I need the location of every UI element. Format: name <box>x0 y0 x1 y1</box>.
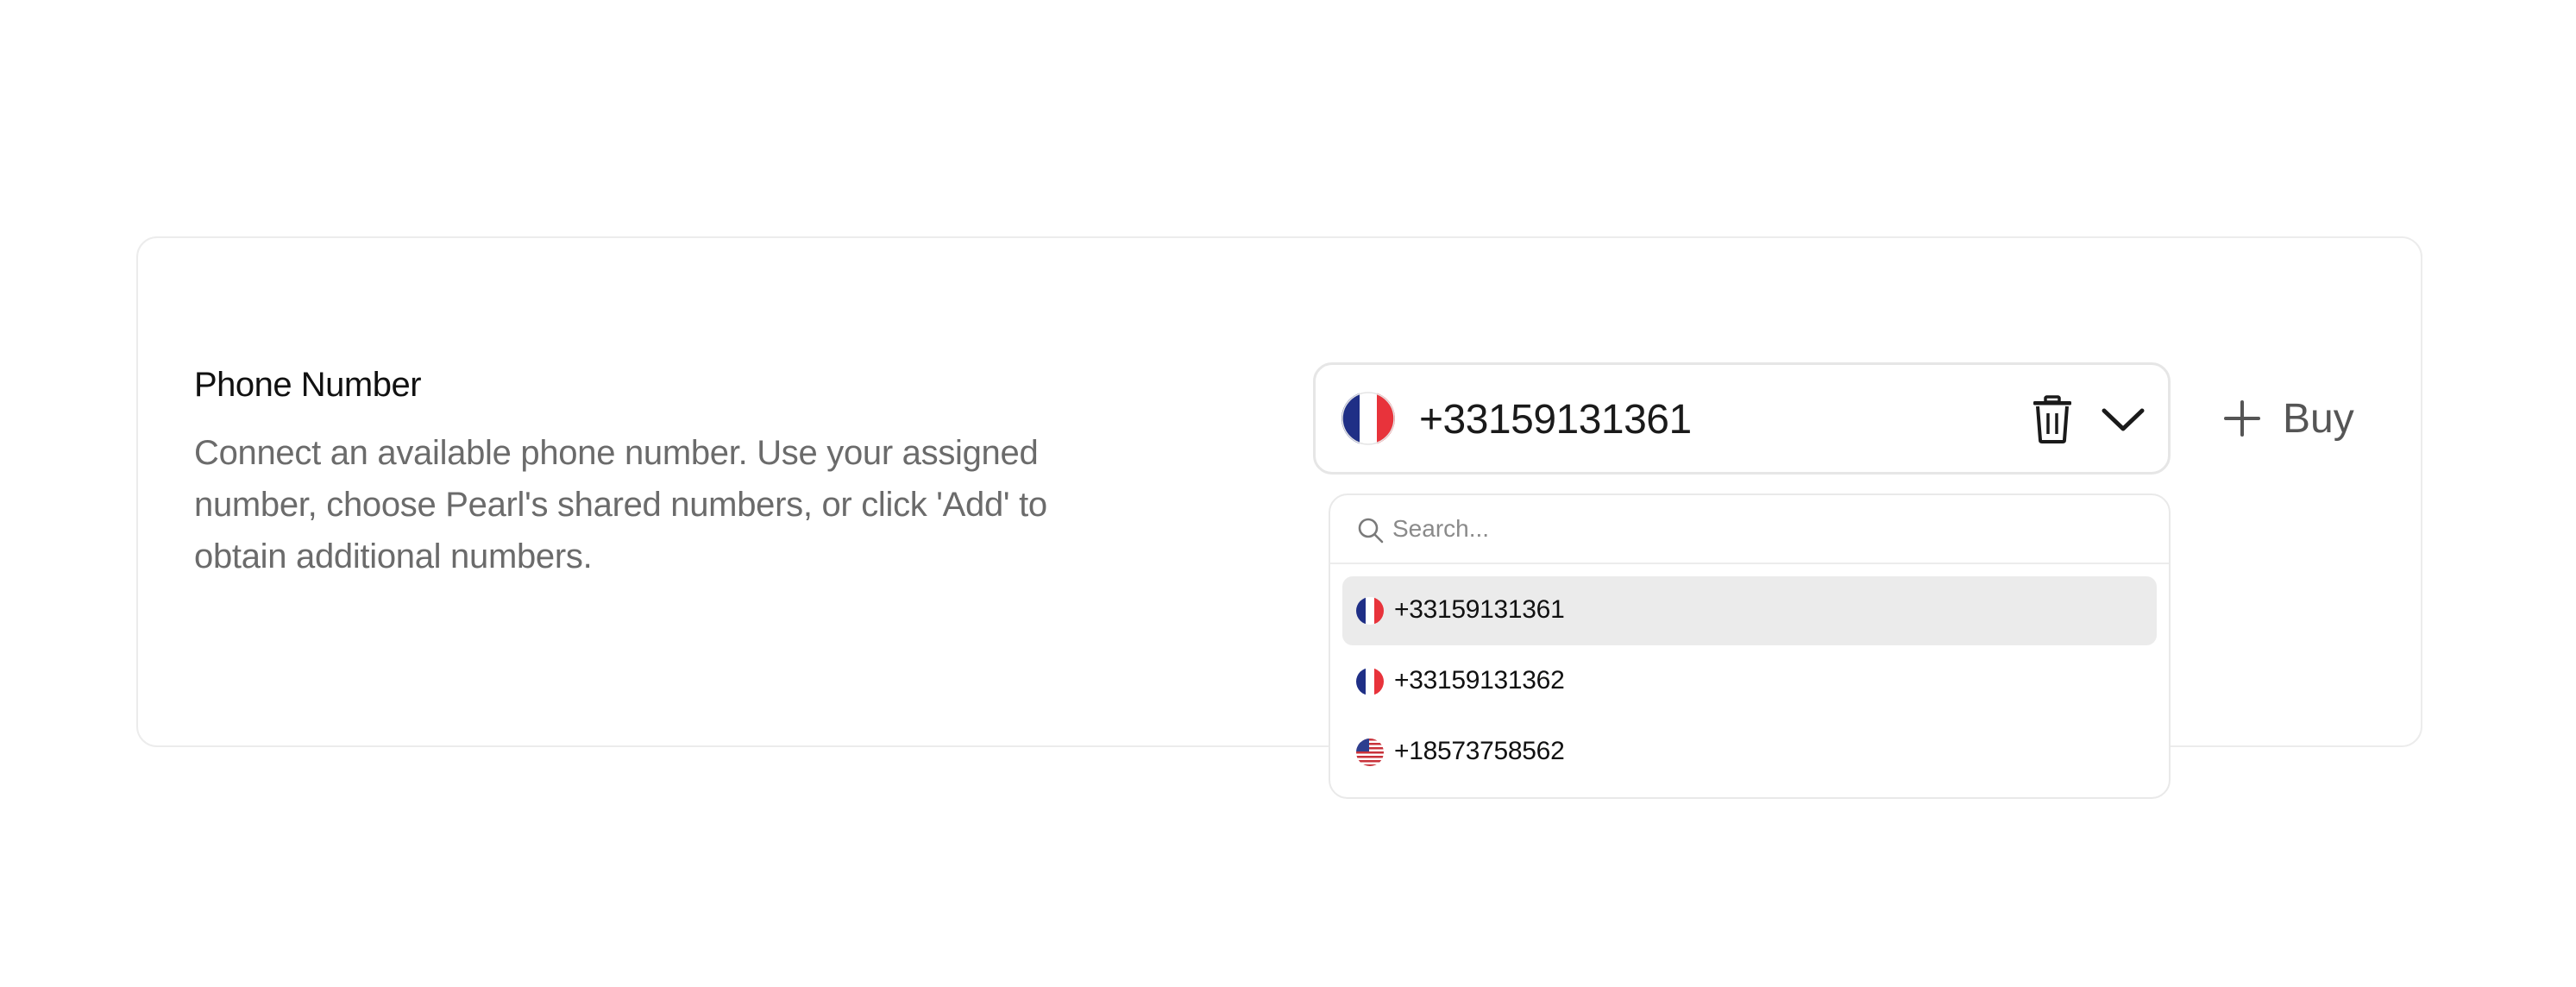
section-title: Phone Number <box>194 366 422 404</box>
dropdown-option-label: +33159131362 <box>1394 666 1565 695</box>
buy-button-label: Buy <box>2283 395 2354 442</box>
flag-france-icon <box>1341 392 1395 445</box>
phone-number-dropdown: +33159131361 +33159131362 <box>1329 494 2171 799</box>
dropdown-option[interactable]: +33159131362 <box>1342 647 2157 716</box>
flag-usa-icon <box>1356 739 1384 766</box>
search-row <box>1330 495 2169 564</box>
dropdown-option-label: +33159131361 <box>1394 595 1565 624</box>
flag-france-icon <box>1356 668 1384 695</box>
trash-icon[interactable] <box>2028 394 2077 444</box>
dropdown-option[interactable]: +18573758562 <box>1342 718 2157 787</box>
phone-number-select[interactable]: +33159131361 <box>1313 362 2171 475</box>
buy-button[interactable]: Buy <box>2222 388 2354 449</box>
search-icon <box>1356 516 1385 545</box>
dropdown-option-label: +18573758562 <box>1394 737 1565 765</box>
flag-france-icon <box>1356 597 1384 625</box>
dropdown-option[interactable]: +33159131361 <box>1342 576 2157 645</box>
plus-icon <box>2222 399 2262 438</box>
search-input[interactable] <box>1392 507 2134 550</box>
chevron-down-icon[interactable] <box>2099 398 2147 441</box>
selected-phone-number: +33159131361 <box>1419 397 1692 443</box>
section-description: Connect an available phone number. Use y… <box>194 434 1047 575</box>
